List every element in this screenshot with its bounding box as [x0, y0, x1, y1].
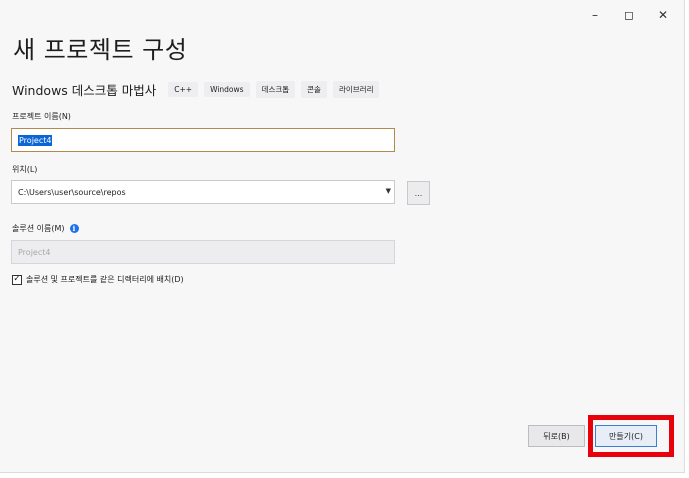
project-name-label: 프로젝트 이름(N) [12, 112, 71, 121]
maximize-icon[interactable]: ◻ [612, 6, 646, 24]
tag-console: 콘솔 [301, 81, 327, 98]
project-name-input[interactable]: Project4 [11, 128, 395, 152]
tag-windows: Windows [204, 82, 250, 97]
info-icon[interactable]: i [69, 224, 79, 233]
location-value: C:\Users\user\source\repos [18, 187, 126, 197]
close-icon[interactable]: ✕ [646, 6, 680, 24]
create-button[interactable]: 만들기(C) [595, 425, 657, 447]
browse-button[interactable]: ... [407, 181, 430, 205]
back-button[interactable]: 뒤로(B) [528, 425, 585, 447]
page-title: 새 프로젝트 구성 [13, 36, 188, 64]
same-directory-checkbox[interactable]: ✓ [12, 274, 22, 285]
dropdown-arrow-icon[interactable]: ▼ [386, 187, 391, 195]
minimize-icon[interactable]: – [578, 6, 612, 24]
window-controls: – ◻ ✕ [578, 6, 680, 24]
template-name: Windows 데스크톱 마법사 [12, 83, 157, 98]
template-info: Windows 데스크톱 마법사 C++ Windows 데스크톱 콘솔 라이브… [12, 80, 380, 99]
solution-name-label: 솔루션 이름(M) [12, 224, 65, 233]
solution-name-value: Project4 [18, 247, 51, 257]
same-directory-label[interactable]: 솔루션 및 프로젝트를 같은 디렉터리에 배치(D) [26, 274, 184, 285]
tag-library: 라이브러리 [332, 81, 380, 98]
solution-name-label-row: 솔루션 이름(M) i [12, 223, 79, 234]
same-directory-option[interactable]: ✓ 솔루션 및 프로젝트를 같은 디렉터리에 배치(D) [12, 274, 184, 285]
location-label: 위치(L) [12, 165, 38, 174]
tag-cpp: C++ [168, 82, 199, 97]
configure-project-window: – ◻ ✕ 새 프로젝트 구성 Windows 데스크톱 마법사 C++ Win… [0, 0, 685, 473]
location-combobox[interactable]: C:\Users\user\source\repos ▼ [11, 180, 395, 204]
project-name-value: Project4 [18, 134, 53, 146]
solution-name-input[interactable]: Project4 [11, 240, 395, 264]
tag-desktop: 데스크톱 [255, 81, 296, 98]
